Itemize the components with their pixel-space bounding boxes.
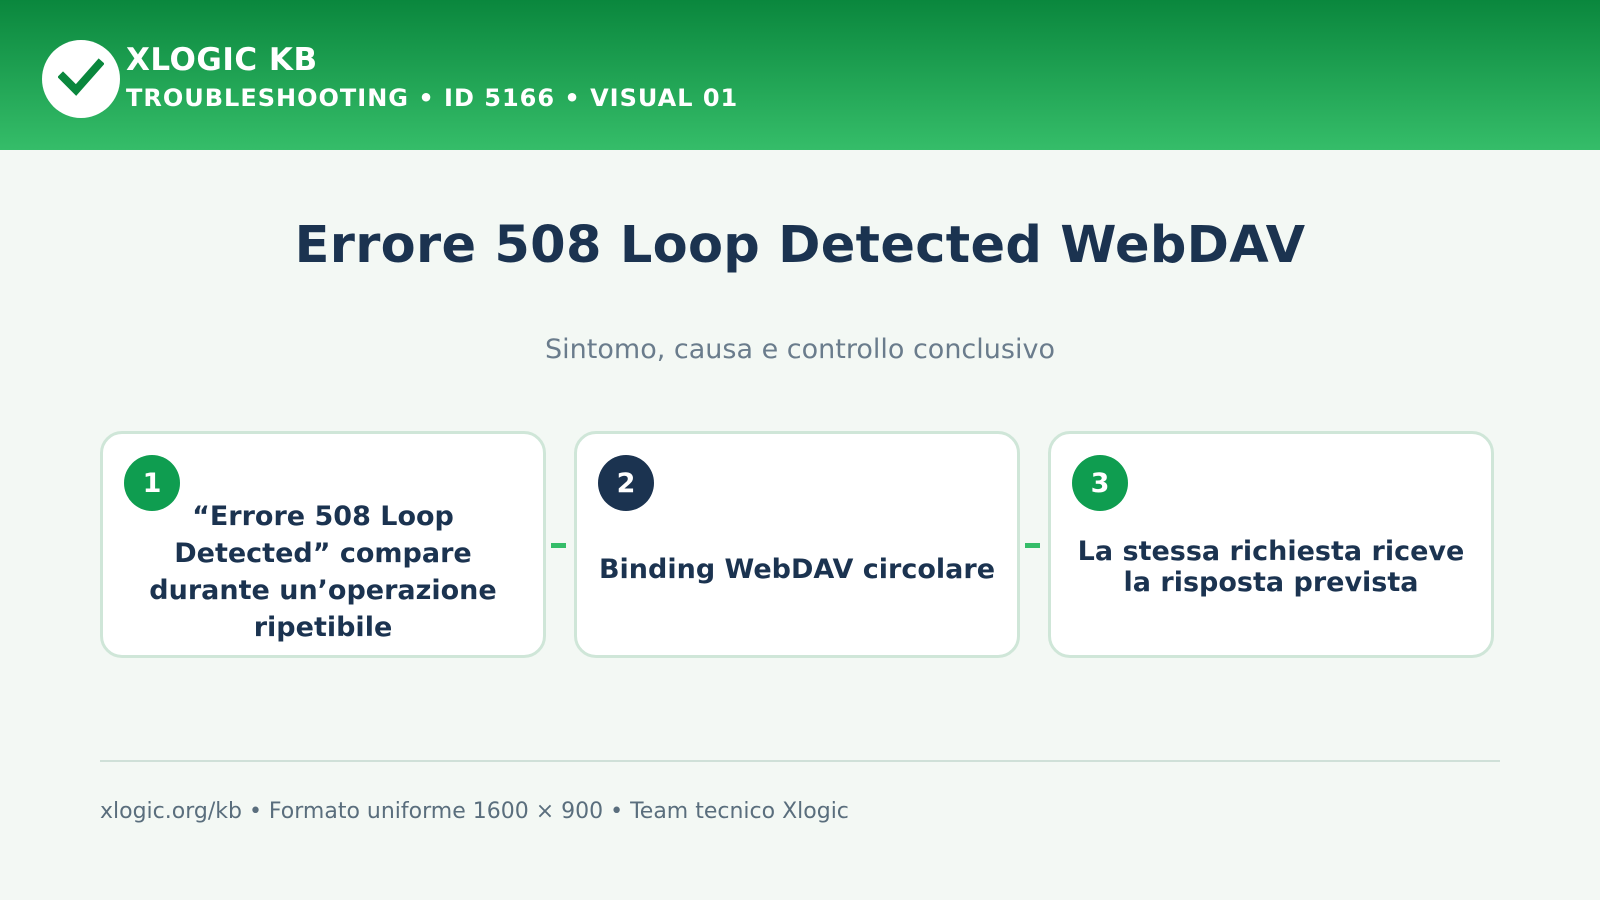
- step-text: La stessa richiesta riceve la risposta p…: [1077, 536, 1465, 598]
- article-meta: TROUBLESHOOTING • ID 5166 • VISUAL 01: [126, 84, 739, 112]
- footer-text: xlogic.org/kb • Formato uniforme 1600 × …: [100, 799, 849, 824]
- step-card-1: 1 “Errore 508 Loop Detected” compare dur…: [100, 431, 546, 658]
- footer-divider: [100, 760, 1500, 762]
- step-connector: [1025, 543, 1040, 548]
- page-subtitle: Sintomo, causa e controllo conclusivo: [545, 334, 1055, 365]
- header-banner: XLOGIC KB TROUBLESHOOTING • ID 5166 • VI…: [0, 0, 1600, 150]
- step-number-badge: 3: [1072, 455, 1128, 511]
- step-text: Binding WebDAV circolare: [598, 554, 996, 585]
- step-card-3: 3 La stessa richiesta riceve la risposta…: [1048, 431, 1494, 658]
- step-connector: [551, 543, 566, 548]
- step-card-2: 2 Binding WebDAV circolare: [574, 431, 1020, 658]
- step-text: “Errore 508 Loop Detected” compare duran…: [149, 501, 497, 643]
- step-number-badge: 2: [598, 455, 654, 511]
- brand-name: XLOGIC KB: [126, 42, 318, 78]
- page-title: Errore 508 Loop Detected WebDAV: [294, 216, 1306, 275]
- check-icon: [57, 57, 105, 101]
- logo: [42, 40, 120, 118]
